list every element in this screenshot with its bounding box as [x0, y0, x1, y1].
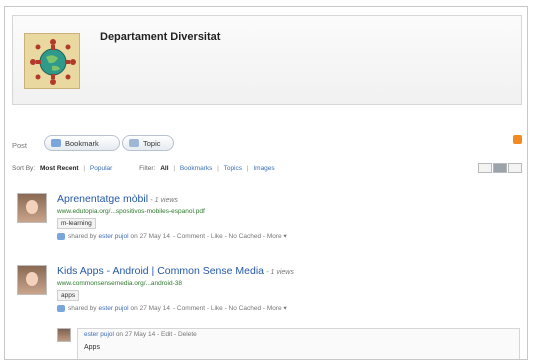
- bookmark-button-label: Bookmark: [65, 138, 99, 148]
- comment-header: ester pujol on 27 May 14 - Edit - Delete: [84, 331, 513, 338]
- sort-most-recent[interactable]: Most Recent: [40, 165, 79, 172]
- topic-icon: [129, 139, 139, 147]
- thumb-view-icon[interactable]: [508, 163, 522, 173]
- item-actions[interactable]: - Comment - Like - No Cached - More ▾: [173, 232, 287, 240]
- list-view-icon[interactable]: [478, 163, 492, 173]
- detail-view-icon[interactable]: [493, 163, 507, 173]
- separator: |: [173, 165, 176, 172]
- filter-topics[interactable]: Topics: [224, 165, 242, 172]
- group-header: Departament Diversitat: [12, 15, 522, 105]
- item-url[interactable]: www.edutopia.org/...spositivos-mobiles-e…: [57, 208, 517, 215]
- comment-text: Apps: [84, 344, 100, 351]
- tag-badge[interactable]: m-learning: [57, 218, 96, 229]
- sort-label: Sort By:: [12, 165, 36, 172]
- sort-filter-bar: Sort By: Most Recent | Popular Filter: A…: [12, 163, 522, 177]
- comment: ester pujol on 27 May 14 - Edit - Delete…: [57, 328, 520, 359]
- comment-date: on 27 May 14: [115, 331, 156, 338]
- globe-people-icon: [30, 39, 76, 85]
- filter-label: Filter:: [139, 165, 156, 172]
- user-link[interactable]: ester pujol: [99, 233, 129, 240]
- comment-actions[interactable]: - Edit - Delete: [157, 331, 197, 338]
- bookmark-button[interactable]: Bookmark: [44, 135, 120, 151]
- item-body: Kids Apps - Android | Common Sense Media…: [57, 265, 517, 312]
- topic-button[interactable]: Topic: [122, 135, 174, 151]
- shared-icon: [57, 304, 65, 312]
- filter-images[interactable]: Images: [253, 165, 274, 172]
- filter-all[interactable]: All: [160, 165, 168, 172]
- view-mode-toggle: [477, 163, 522, 173]
- item-meta: shared by ester pujol on 27 May 14 - Com…: [57, 304, 517, 312]
- group-title: Departament Diversitat: [100, 31, 221, 43]
- comment-user-link[interactable]: ester pujol: [84, 331, 114, 338]
- filter-bookmarks[interactable]: Bookmarks: [180, 165, 213, 172]
- comment-box: ester pujol on 27 May 14 - Edit - Delete…: [77, 328, 520, 359]
- post-bar: Post Bookmark Topic: [12, 135, 522, 155]
- shared-by-label: shared by: [68, 232, 97, 240]
- group-logo: [24, 33, 80, 89]
- view-count: - 1 views: [150, 197, 178, 204]
- avatar[interactable]: [17, 193, 47, 223]
- shared-icon: [57, 232, 65, 240]
- avatar[interactable]: [17, 265, 47, 295]
- topic-button-label: Topic: [143, 138, 161, 148]
- shared-by-label: shared by: [68, 304, 97, 312]
- item-body: Aprenentatge mòbil - 1 views www.edutopi…: [57, 193, 517, 240]
- separator: |: [217, 165, 219, 172]
- item-date: on 27 May 14: [130, 304, 170, 312]
- rss-feed-icon[interactable]: [513, 135, 522, 144]
- separator: |: [246, 165, 249, 172]
- bookmark-icon: [51, 139, 61, 147]
- avatar[interactable]: [57, 328, 71, 342]
- separator: |: [83, 165, 86, 172]
- item-title-link[interactable]: Kids Apps - Android | Common Sense Media: [57, 265, 264, 277]
- item-url[interactable]: www.commonsensemedia.org/...android-38: [57, 280, 517, 287]
- sort-popular[interactable]: Popular: [90, 165, 112, 172]
- app-frame: Departament Diversitat Post Bookmark Top…: [4, 6, 528, 360]
- item-meta: shared by ester pujol on 27 May 14 - Com…: [57, 232, 517, 240]
- item-title-link[interactable]: Aprenentatge mòbil: [57, 193, 148, 205]
- item-date: on 27 May 14: [130, 232, 170, 240]
- item-actions[interactable]: - Comment - Like - No Cached - More ▾: [173, 304, 287, 312]
- view-count: - 1 views: [266, 269, 294, 276]
- tag-badge[interactable]: apps: [57, 290, 80, 301]
- user-link[interactable]: ester pujol: [99, 305, 129, 312]
- post-label: Post: [12, 141, 28, 150]
